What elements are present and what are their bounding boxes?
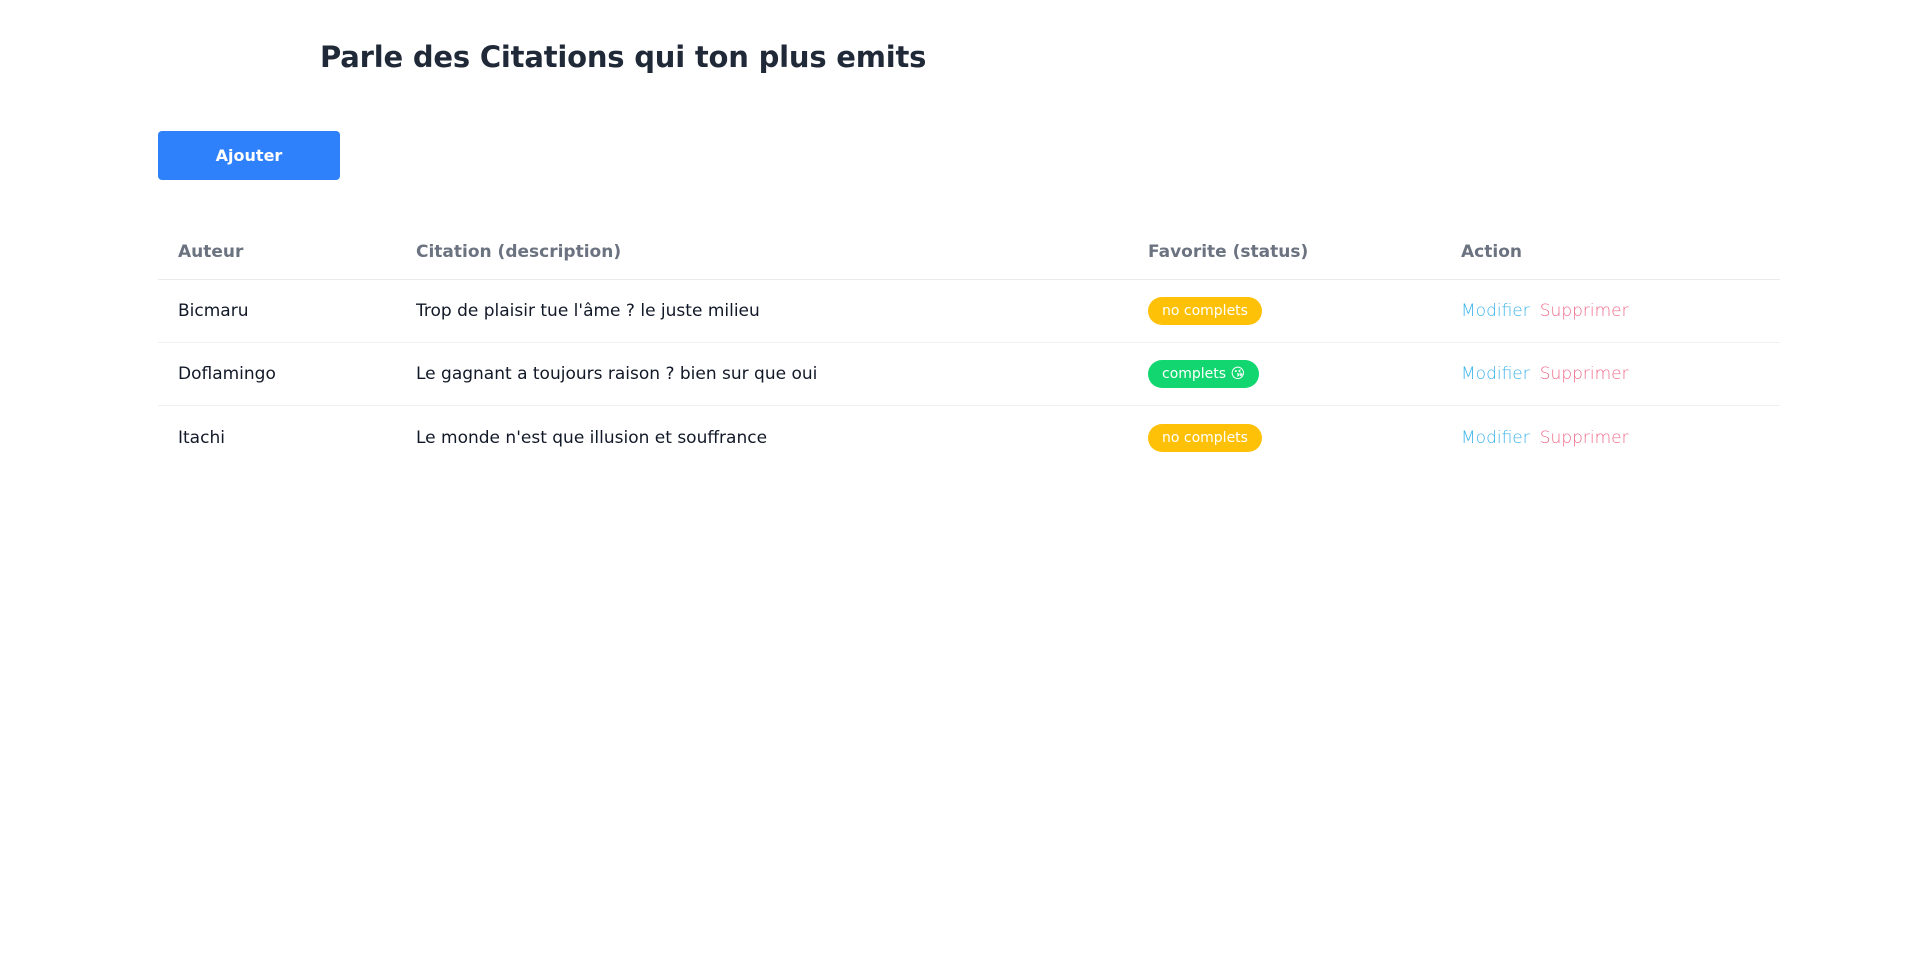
cell-action: Modifier Supprimer: [1461, 280, 1639, 342]
cell-action: Modifier Supprimer: [1461, 406, 1639, 469]
header-author: Auteur: [178, 242, 244, 262]
cell-citation: Le monde n'est que illusion et souffranc…: [416, 427, 768, 448]
delete-link[interactable]: Supprimer: [1540, 428, 1629, 448]
cell-author: Bicmaru: [178, 301, 249, 321]
page: Parle des Citations qui ton plus emits A…: [0, 0, 1915, 954]
cell-action: Modifier Supprimer: [1461, 343, 1639, 405]
cell-citation: Trop de plaisir tue l'âme ? le juste mil…: [416, 301, 760, 321]
table-row: Bicmaru Trop de plaisir tue l'âme ? le j…: [158, 280, 1780, 343]
cell-status: complets 😘: [1148, 343, 1260, 405]
cell-citation: Le gagnant a toujours raison ? bien sur …: [416, 364, 818, 384]
edit-link[interactable]: Modifier: [1461, 301, 1530, 321]
cell-status: no complets: [1148, 280, 1262, 342]
add-button[interactable]: Ajouter: [158, 131, 340, 180]
cell-author: Itachi: [178, 427, 225, 448]
header-status: Favorite (status): [1148, 242, 1309, 262]
delete-link[interactable]: Supprimer: [1540, 301, 1629, 321]
status-badge: complets 😘: [1148, 360, 1260, 388]
status-badge: no complets: [1148, 423, 1262, 452]
edit-link[interactable]: Modifier: [1461, 364, 1530, 384]
table-header-row: Auteur Citation (description) Favorite (…: [158, 225, 1780, 280]
page-title: Parle des Citations qui ton plus emits: [320, 40, 927, 74]
table-row: Doflamingo Le gagnant a toujours raison …: [158, 343, 1780, 406]
quotes-table: Auteur Citation (description) Favorite (…: [158, 225, 1780, 469]
header-action: Action: [1461, 242, 1522, 262]
table-row: Itachi Le monde n'est que illusion et so…: [158, 406, 1780, 469]
status-badge: no complets: [1148, 297, 1262, 325]
cell-author: Doflamingo: [178, 364, 276, 384]
cell-status: no complets: [1148, 406, 1262, 469]
edit-link[interactable]: Modifier: [1461, 428, 1530, 448]
header-citation: Citation (description): [416, 242, 622, 262]
delete-link[interactable]: Supprimer: [1540, 364, 1629, 384]
